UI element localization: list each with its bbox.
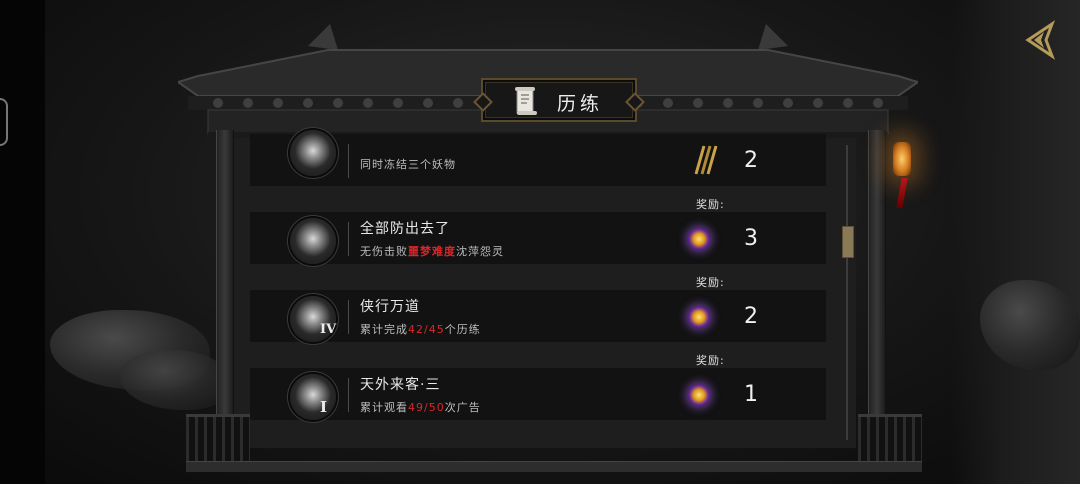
reward-label: 奖励:: [696, 276, 725, 289]
rank-badge: I: [320, 398, 328, 416]
achievement-name: 全部防出去了: [360, 221, 450, 237]
scrollbar-track[interactable]: [846, 145, 848, 440]
achievement-defense-icon: [290, 218, 336, 264]
achievement-desc: 同时冻结三个妖物: [360, 158, 456, 171]
left-pillar: [216, 130, 234, 460]
arrow-bundle-icon: [694, 145, 718, 175]
title-plaque: 历练: [481, 78, 637, 122]
left-edge-bar: [0, 0, 45, 484]
scrollbar-thumb[interactable]: [842, 226, 854, 258]
row-divider: [348, 378, 349, 412]
purple-orb-icon: [688, 384, 710, 406]
lantern-icon: [893, 142, 911, 176]
list-item[interactable]: 全部防出去了 无伤击败噩梦难度沈萍怨灵 奖励: 3: [250, 198, 826, 264]
scroll-icon: [515, 87, 537, 115]
achievement-frost-icon: [290, 130, 336, 176]
list-item[interactable]: 同时冻结三个妖物 2: [250, 130, 826, 186]
purple-orb-icon: [688, 306, 710, 328]
background-rock-left-small: [120, 350, 230, 410]
achievement-video-icon: I: [290, 374, 336, 420]
back-arrow-icon[interactable]: [1022, 20, 1058, 60]
row-divider: [348, 222, 349, 256]
side-handle[interactable]: [0, 98, 8, 146]
reward-label: 奖励:: [696, 354, 725, 367]
reward-label: 奖励:: [696, 198, 725, 211]
rank-badge: IV: [320, 322, 337, 337]
page-title: 历练: [557, 93, 604, 115]
reward-count: 2: [744, 304, 758, 329]
row-divider: [348, 144, 349, 178]
achievement-desc: 累计观看49/50次广告: [360, 401, 481, 414]
achievement-desc: 无伤击败噩梦难度沈萍怨灵: [360, 245, 504, 258]
background-tree-right: [950, 0, 1080, 484]
right-pillar: [868, 130, 886, 460]
list-item[interactable]: IV 侠行万道 累计完成42/45个历练 奖励: 2: [250, 276, 826, 342]
list-item[interactable]: I 天外来客·三 累计观看49/50次广告 奖励: 1: [250, 354, 826, 420]
lantern-tassel: [896, 178, 908, 208]
reward-count: 2: [744, 148, 758, 173]
reward-count: 1: [744, 382, 758, 407]
achievement-desc: 累计完成42/45个历练: [360, 323, 481, 336]
reward-count: 3: [744, 226, 758, 251]
achievement-name: 侠行万道: [360, 299, 420, 315]
purple-orb-icon: [688, 228, 710, 250]
row-divider: [348, 300, 349, 334]
left-railing: [186, 414, 250, 464]
right-railing: [858, 414, 922, 464]
achievement-books-icon: IV: [290, 296, 336, 342]
achievement-name: 天外来客·三: [360, 377, 441, 393]
floor-base: [186, 461, 922, 472]
